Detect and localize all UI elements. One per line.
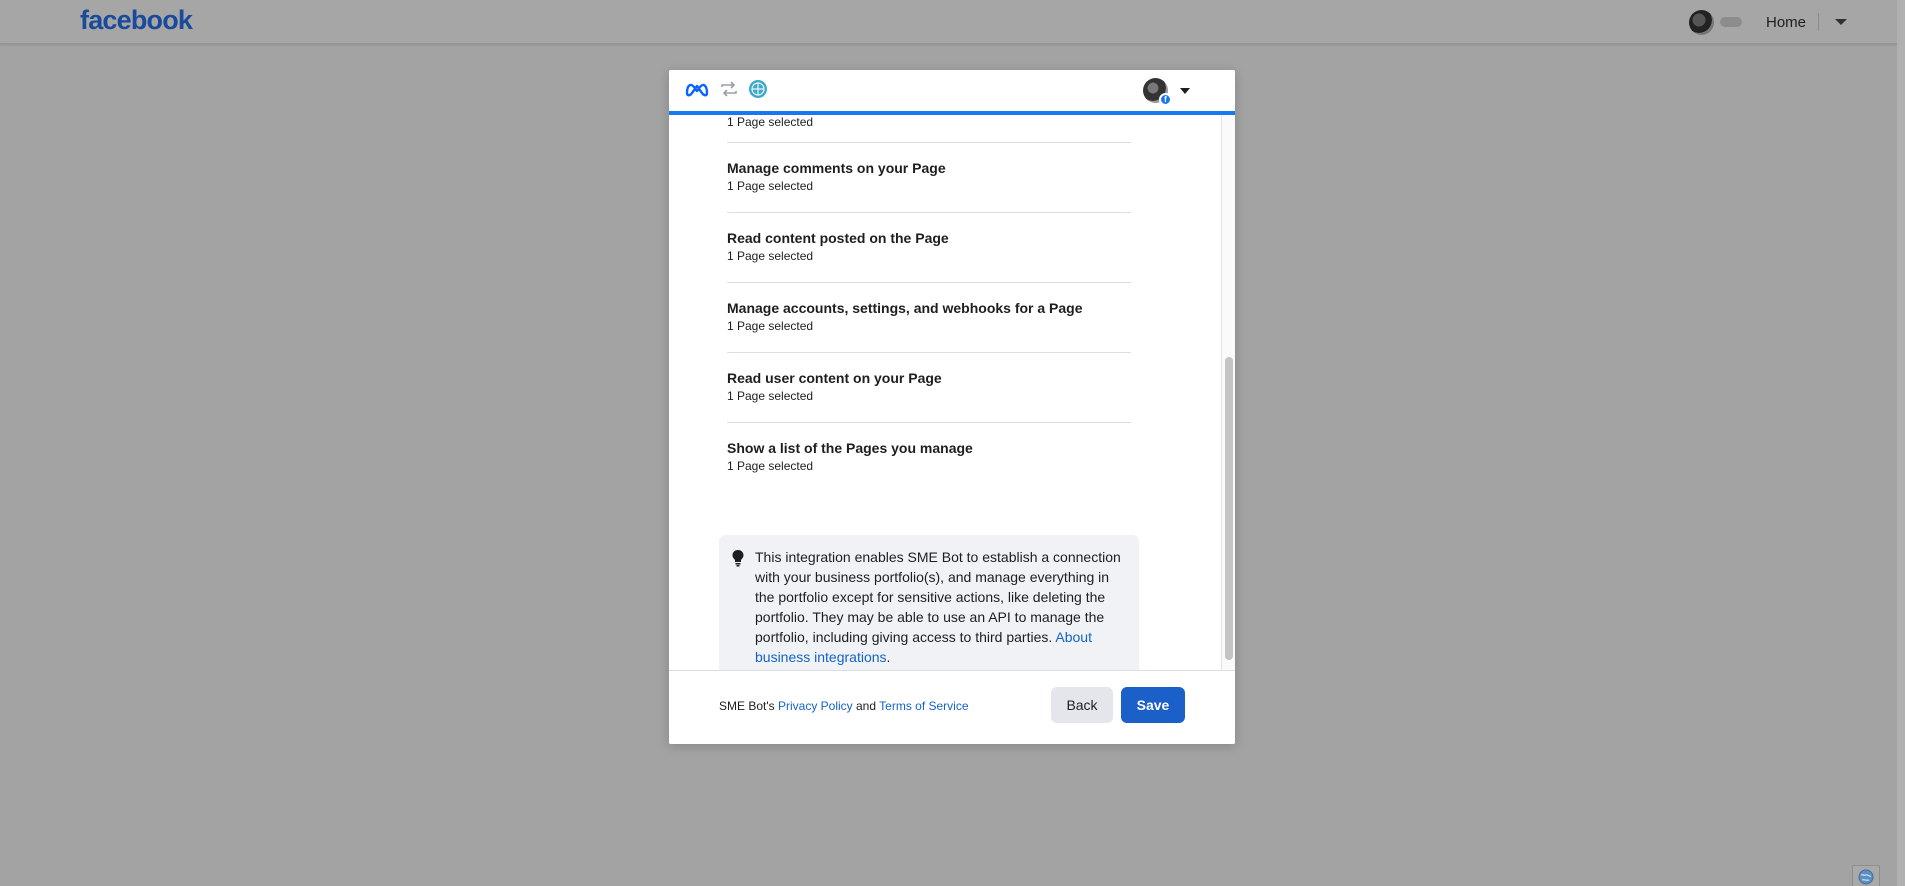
account-switcher[interactable]: f — [1143, 78, 1190, 106]
top-navigation-bar: facebook Home — [0, 0, 1905, 44]
integration-info-text: This integration enables SME Bot to esta… — [755, 547, 1125, 667]
language-globe-button[interactable] — [1852, 865, 1880, 886]
profile-avatar[interactable] — [1688, 9, 1714, 35]
chevron-down-icon[interactable] — [1180, 87, 1190, 94]
permission-subtitle: 1 Page selected — [727, 319, 814, 333]
policy-text: SME Bot's Privacy Policy and Terms of Se… — [719, 699, 969, 713]
page-scrollbar[interactable] — [1897, 0, 1905, 886]
facebook-logo[interactable]: facebook — [80, 5, 193, 36]
connection-icons — [684, 79, 768, 104]
dialog-header: f — [669, 70, 1235, 111]
back-button[interactable]: Back — [1051, 687, 1113, 723]
profile-name-redacted[interactable] — [1719, 17, 1742, 27]
account-avatar[interactable]: f — [1143, 78, 1172, 106]
policy-and: and — [852, 699, 880, 713]
permission-subtitle: 1 Page selected — [727, 249, 814, 263]
integration-info-box: This integration enables SME Bot to esta… — [719, 535, 1139, 670]
dialog-content: 1 Page selected Manage comments on your … — [669, 115, 1235, 670]
terms-of-service-link[interactable]: Terms of Service — [879, 699, 968, 713]
permission-subtitle: 1 Page selected — [727, 115, 814, 129]
top-right-controls: Home — [1688, 0, 1905, 44]
app-globe-icon — [748, 79, 768, 104]
lightbulb-icon — [731, 549, 745, 572]
divider — [1818, 13, 1819, 31]
list-item: 1 Page selected — [727, 115, 1131, 143]
list-item: Manage comments on your Page 1 Page sele… — [727, 143, 1131, 213]
list-item: Manage accounts, settings, and webhooks … — [727, 283, 1131, 353]
list-item: Show a list of the Pages you manage 1 Pa… — [727, 423, 1131, 493]
business-integration-dialog: f 1 Page selected Manage comments on you… — [669, 70, 1235, 744]
dialog-footer: SME Bot's Privacy Policy and Terms of Se… — [669, 670, 1235, 744]
permission-title: Manage accounts, settings, and webhooks … — [727, 300, 1083, 316]
permission-title: Show a list of the Pages you manage — [727, 440, 973, 456]
permission-title: Read content posted on the Page — [727, 230, 949, 246]
permission-title: Manage comments on your Page — [727, 160, 946, 176]
permission-subtitle: 1 Page selected — [727, 459, 814, 473]
save-button[interactable]: Save — [1121, 687, 1185, 723]
list-item: Read user content on your Page 1 Page se… — [727, 353, 1131, 423]
meta-logo-icon — [684, 80, 710, 103]
exchange-arrows-icon — [720, 81, 738, 102]
list-item: Read content posted on the Page 1 Page s… — [727, 213, 1131, 283]
account-menu-caret-icon[interactable] — [1835, 19, 1847, 25]
info-period: . — [886, 649, 891, 665]
facebook-badge-icon: f — [1159, 93, 1172, 106]
policy-prefix: SME Bot's — [719, 699, 778, 713]
dialog-scrollbar[interactable] — [1221, 115, 1235, 670]
permission-subtitle: 1 Page selected — [727, 389, 814, 403]
permission-list: 1 Page selected Manage comments on your … — [727, 115, 1131, 493]
globe-icon — [1858, 869, 1874, 886]
permission-subtitle: 1 Page selected — [727, 179, 814, 193]
privacy-policy-link[interactable]: Privacy Policy — [778, 699, 853, 713]
home-link[interactable]: Home — [1766, 14, 1806, 31]
scrollbar-thumb[interactable] — [1225, 357, 1233, 660]
permission-title: Read user content on your Page — [727, 370, 942, 386]
